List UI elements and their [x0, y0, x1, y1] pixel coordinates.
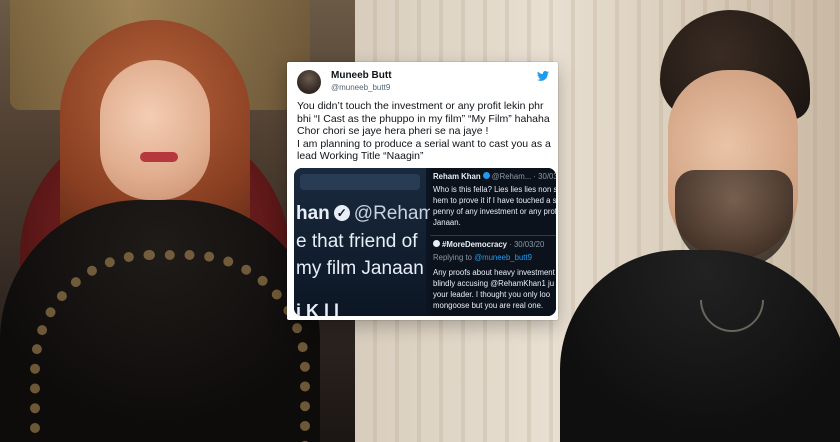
replying-to-handle: @muneeb_butt9 [474, 253, 532, 262]
zoomed-author-name: han [296, 203, 330, 224]
media-right-thread: Reham Khan @Reham... · 30/03 Who is this … [430, 168, 556, 316]
tweet-line: I am planning to produce a serial want t… [297, 137, 551, 150]
replying-to-label: Replying to [433, 253, 473, 262]
replying-to: Replying to @muneeb_butt9 [433, 253, 532, 262]
verified-badge-icon: ✓ [333, 205, 350, 221]
zoomed-text-line: i K l l [296, 301, 340, 316]
zoomed-text-line: my film Janaan [296, 258, 424, 279]
image-stage: Muneeb Butt @muneeb_butt9 You didn’t tou… [0, 0, 840, 442]
reply-line: blindly accusing @RehamKhan1 ju [433, 279, 555, 288]
woman-lips [140, 152, 178, 162]
reply-meta: · 30/03/20 [509, 240, 545, 249]
reply-header: Reham Khan @Reham... · 30/03 [433, 172, 556, 181]
divider [430, 235, 556, 236]
reply-author-name: Reham Khan [433, 172, 481, 181]
tweet-media-screenshot: han ✓ @Reham e that friend of my film Jana… [294, 168, 556, 316]
tweet-text: You didn’t touch the investment or any p… [297, 100, 555, 163]
reply-line: Any proofs about heavy investment [433, 268, 555, 277]
zoomed-author-handle: @Reham [353, 203, 435, 224]
reply-line: your leader. I thought you only loo [433, 290, 551, 299]
reply-line: Janaan. [433, 218, 461, 227]
tweet-line: bhi “I Cast as the phuppo in my film” “M… [297, 112, 550, 125]
zoomed-text-line: e that friend of [296, 231, 418, 252]
reply-header: #MoreDemocracy · 30/03/20 [433, 240, 544, 249]
media-left-zoom: han ✓ @Reham e that friend of my film Jana… [294, 168, 434, 316]
tweet-header: Muneeb Butt @muneeb_butt9 [297, 70, 549, 96]
author-handle: @muneeb_butt9 [331, 83, 391, 92]
avatar [297, 70, 321, 94]
dress-embroidery [30, 250, 310, 442]
zoomed-author-line: han ✓ @Reham [296, 203, 434, 225]
tweet-line: lead Working Title “Naagin” [297, 150, 424, 163]
woman-face [100, 60, 210, 200]
twitter-bird-icon [537, 71, 549, 81]
tweet-line: Chor chori se jaye hera pheri se na jaye… [297, 125, 489, 138]
author-name: Muneeb Butt [331, 70, 392, 81]
avatar-icon [433, 240, 440, 247]
reply-author-name: #MoreDemocracy [442, 240, 508, 249]
blurred-text [300, 174, 420, 190]
reply-line: hem to prove it if I have touched a s [433, 196, 556, 205]
tweet-card: Muneeb Butt @muneeb_butt9 You didn’t tou… [287, 62, 558, 320]
reply-line: penny of any investment or any prof [433, 207, 556, 216]
reply-line: mongoose but you are real one. [433, 301, 544, 310]
reply-meta: @Reham... · 30/03 [491, 172, 556, 181]
tweet-line: You didn’t touch the investment or any p… [297, 100, 544, 112]
reply-line: Who is this fella? Lies lies lies non s [433, 185, 556, 194]
verified-badge-icon [482, 172, 490, 179]
